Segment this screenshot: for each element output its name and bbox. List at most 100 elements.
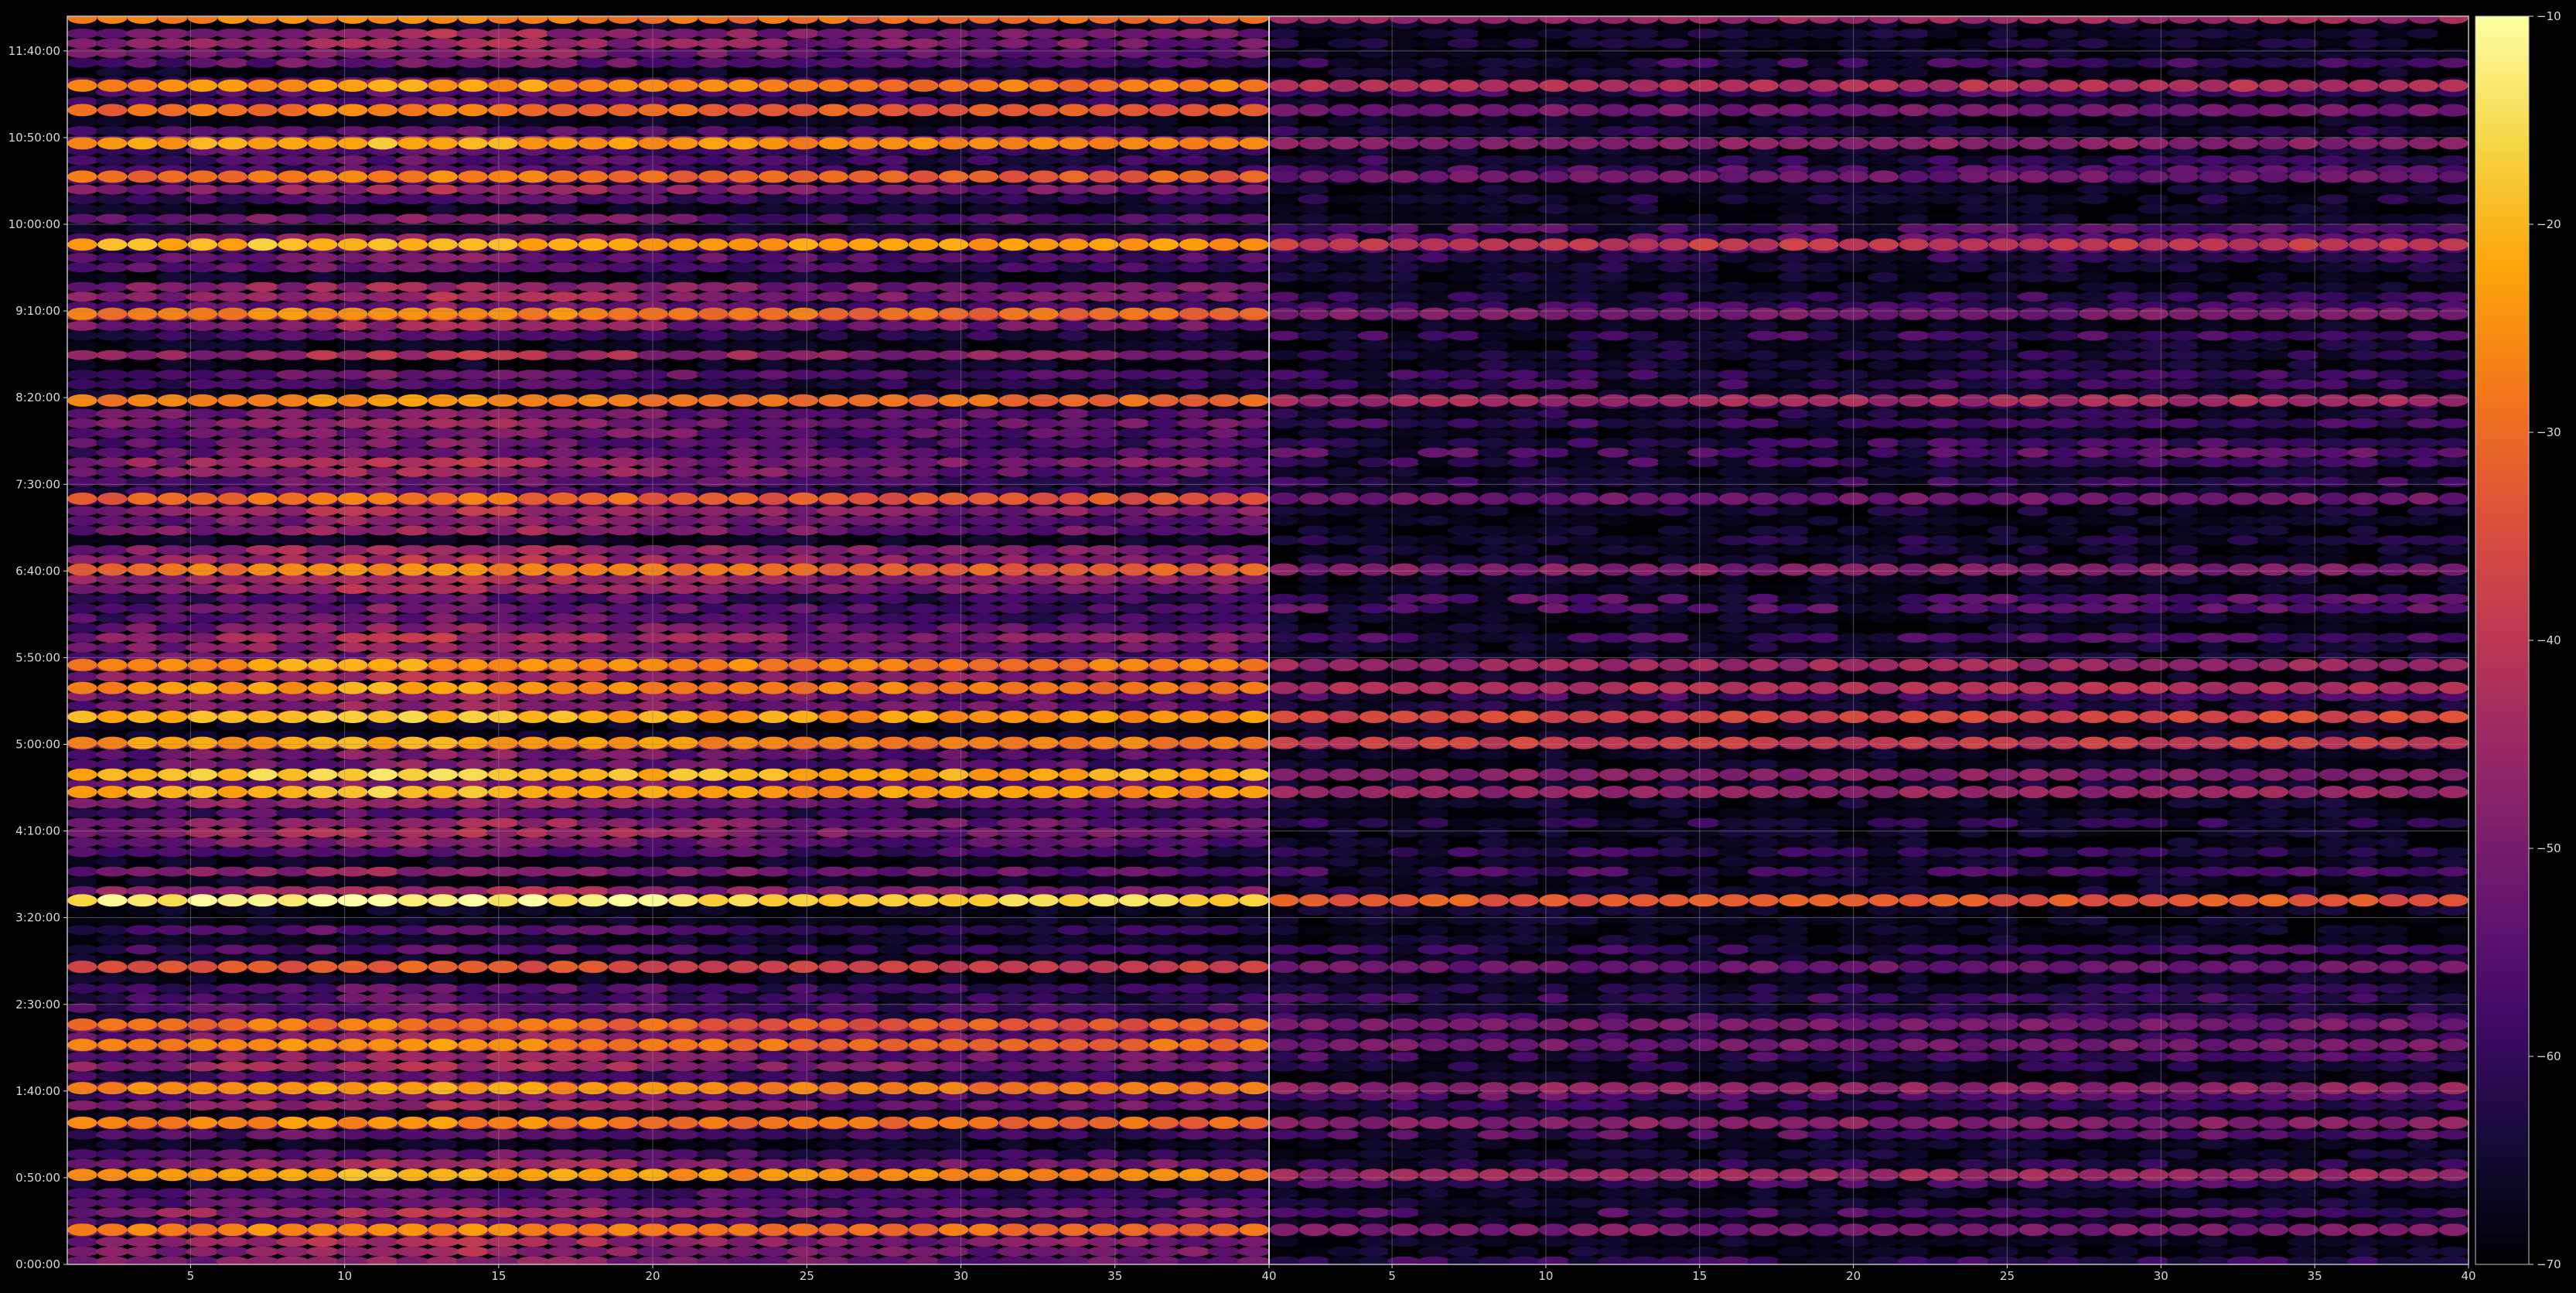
heat-cell [305,1061,339,1072]
heat-cell [576,1246,610,1257]
heat-cell [546,369,580,380]
heat-cell [906,623,940,633]
heat-cell [516,350,550,360]
heat-cell [1087,535,1121,546]
heat-cell [636,807,670,818]
heat-cell [546,612,580,623]
heat-cell [937,915,971,926]
heat-cell [756,856,790,867]
heat-cell [726,1207,760,1218]
heat-cell [967,974,1001,984]
heat-cell [1087,1139,1121,1150]
heat-cell [155,944,189,955]
heat-cell [667,593,700,604]
heat-cell [576,223,610,234]
heat-cell [1177,1061,1211,1072]
heat-cell [606,281,640,292]
heat-cell [216,1129,250,1140]
heat-cell [636,428,670,438]
heat-cell [786,67,821,78]
heat-cell [1057,125,1090,136]
heat-cell [937,1148,971,1159]
heat-cell [877,847,910,858]
heat-cell [426,1197,459,1208]
heat-cell [967,320,1001,331]
heat-cell [276,1129,309,1140]
heat-cell [997,603,1031,614]
heat-cell [1117,1129,1151,1140]
heat-cell [1117,983,1151,994]
heat-cell [396,974,430,984]
heat-cell [366,856,400,867]
heat-cell [636,438,670,449]
heat-cell [125,856,159,867]
heat-cell [216,1207,250,1218]
heat-cell [305,798,339,809]
heat-cell [817,1071,851,1082]
heat-cell [937,837,971,848]
heat-cell [216,271,250,282]
heat-cell [817,1188,851,1199]
heat-cell [546,360,580,370]
heat-cell [216,506,250,517]
heat-cell [606,623,640,633]
heat-cell [726,330,760,341]
heat-cell [1027,837,1060,848]
heat-cell [877,125,910,136]
heat-cell [997,369,1031,380]
heat-cell [67,438,99,449]
heat-cell [877,701,910,711]
heat-cell [486,759,520,769]
heat-cell [67,535,99,546]
heat-cell [246,252,279,263]
heat-cell [516,194,550,205]
heat-cell [906,194,940,205]
heat-cell [847,457,880,468]
heat-cell [1117,1197,1151,1208]
heat-cell [997,48,1031,59]
heat-cell [606,203,640,214]
heat-cell [1177,57,1211,68]
heat-cell [216,1188,250,1199]
heat-cell [1207,330,1241,341]
heat-cell [606,67,640,78]
heat-cell [1147,1197,1181,1208]
heat-cell [426,350,459,360]
heat-cell [906,856,940,867]
heat-cell [426,759,459,769]
heat-cell [396,525,430,536]
heat-cell [67,525,99,536]
heat-cell [726,67,760,78]
heat-cell [546,1148,580,1159]
heat-cell [366,759,400,769]
heat-cell [155,428,189,438]
heat-cell [366,1148,400,1159]
heat-cell [276,340,309,351]
heat-cell [155,759,189,769]
heat-cell [216,584,250,595]
heat-cell [636,203,670,214]
heat-cell [967,554,1001,565]
heat-cell [1147,184,1181,195]
heat-cell [1057,213,1090,224]
heat-cell [997,837,1031,848]
heat-cell [216,57,250,68]
heat-cell [67,330,99,341]
heat-cell [456,1061,490,1072]
heat-cell [95,944,129,955]
heat-cell [125,408,159,419]
heat-cell [1027,1158,1060,1169]
heat-cell [67,642,99,653]
heat-cell [1147,554,1181,565]
heat-cell [396,856,430,867]
heat-cell [246,876,279,887]
heat-cell [906,974,940,984]
heat-cell [486,506,520,517]
heat-cell [1087,905,1121,916]
heat-cell [1237,184,1269,195]
heat-cell [516,223,550,234]
heat-cell [1207,934,1241,945]
heat-cell [1177,1071,1211,1082]
heat-cell [1237,1188,1269,1199]
heat-cell [67,155,99,165]
